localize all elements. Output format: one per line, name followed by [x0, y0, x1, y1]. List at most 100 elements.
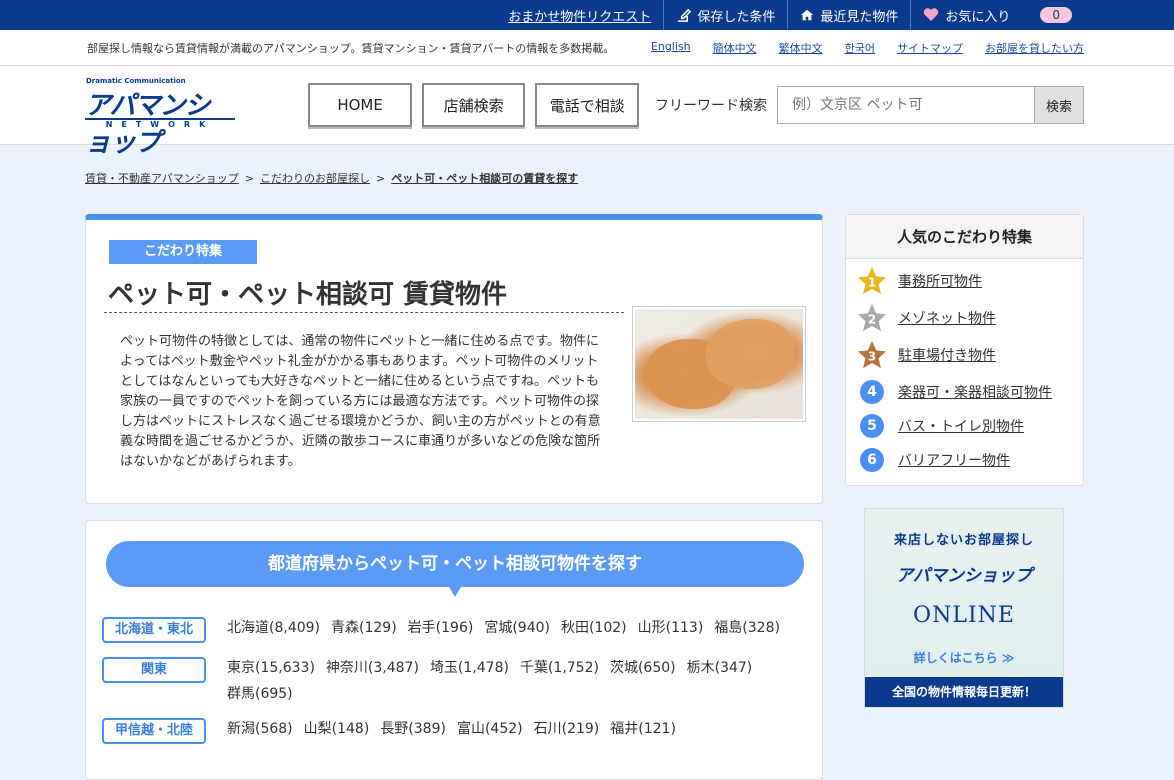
prefecture-list: 新潟(568) 山梨(148) 長野(389) 富山(452) 石川(219) …: [227, 718, 787, 744]
favorites-label: お気に入り: [945, 9, 1011, 25]
sidebar-item-instrument[interactable]: 4 楽器可・楽器相談可物件: [857, 377, 1052, 407]
feature-label: こだわり特集: [109, 240, 257, 264]
prefecture-link[interactable]: 新潟(568): [227, 718, 293, 744]
rank-6-icon: 6: [857, 445, 887, 475]
search-box: 検索: [777, 86, 1085, 124]
svg-text:2: 2: [868, 313, 876, 327]
breadcrumb-kodawari[interactable]: こだわりのお部屋探し: [260, 170, 370, 186]
prefecture-link[interactable]: 富山(452): [457, 718, 523, 744]
heart-icon: [924, 8, 939, 21]
cats-image: [635, 309, 803, 419]
prefecture-link[interactable]: 石川(219): [534, 718, 600, 744]
banner-footer: 全国の物件情報毎日更新！: [865, 677, 1063, 707]
banner-headline: 来店しないお部屋探し: [893, 533, 1034, 548]
sub-bar: 部屋探し情報なら賃貸情報が満載のアパマンショップ。賃貸マンション・賃貸アパートの…: [0, 30, 1174, 66]
sidebar-item-label: バス・トイレ別物件: [898, 419, 1024, 435]
edit-icon: [678, 8, 692, 22]
sidebar-heading: 人気のこだわり特集: [846, 215, 1083, 259]
link-english[interactable]: English: [651, 40, 691, 56]
sidebar-item-label: 駐車場付き物件: [898, 348, 996, 364]
prefecture-link[interactable]: 千葉(1,752): [520, 657, 599, 679]
favorites-link[interactable]: お気に入り 0: [910, 0, 1084, 30]
cat-shape: [705, 319, 795, 389]
prefecture-link[interactable]: 埼玉(1,478): [430, 657, 509, 679]
language-links: English 簡体中文 繁体中文 한국어 サイトマップ お部屋を貸したい方: [651, 40, 1084, 56]
banner-online-text: ONLINE: [913, 603, 1015, 628]
sidebar-item-label: 楽器可・楽器相談可物件: [898, 385, 1052, 401]
rank-3-icon: 3: [857, 340, 887, 370]
prefecture-link[interactable]: 東京(15,633): [227, 657, 315, 679]
breadcrumb: 賃貸・不動産アパマンショップ > こだわりのお部屋探し > ペット可・ペット相談…: [85, 170, 578, 186]
sidebar-item-label: バリアフリー物件: [898, 453, 1010, 469]
prefecture-link[interactable]: 栃木(347): [687, 657, 753, 679]
site-logo[interactable]: Dramatic Communication アパマンショップ NETWORK: [85, 77, 235, 158]
nav-store-search-button[interactable]: 店舗検索: [421, 83, 526, 127]
prefecture-link[interactable]: 茨城(650): [610, 657, 676, 679]
prefecture-link[interactable]: 群馬(695): [227, 683, 293, 705]
online-banner[interactable]: 来店しないお部屋探し アパマンショップ ONLINE 詳しくはこちら ≫ 全国の…: [864, 508, 1064, 708]
top-bar: おまかせ物件リクエスト 保存した条件 最近見た物件 お気に入り 0: [0, 0, 1174, 30]
region-row-koshinetsu-hokuriku: 甲信越・北陸 新潟(568) 山梨(148) 長野(389) 富山(452) 石…: [102, 718, 787, 744]
favorites-count-badge: 0: [1040, 7, 1072, 23]
prefecture-link[interactable]: 神奈川(3,487): [326, 657, 419, 679]
breadcrumb-home[interactable]: 賃貸・不動産アパマンショップ: [85, 170, 239, 186]
site-header: Dramatic Communication アパマンショップ NETWORK …: [0, 66, 1174, 158]
nav-home-button[interactable]: HOME: [308, 83, 412, 127]
region-search-card: 都道府県からペット可・ペット相談可物件を探す 北海道・東北 北海道(8,409)…: [85, 520, 823, 780]
link-owners[interactable]: お部屋を貸したい方: [985, 40, 1084, 56]
region-row-kanto: 関東 東京(15,633) 神奈川(3,487) 埼玉(1,478) 千葉(1,…: [102, 657, 787, 705]
region-tag[interactable]: 甲信越・北陸: [102, 718, 206, 744]
sidebar-item-barrier-free[interactable]: 6 バリアフリー物件: [857, 445, 1010, 475]
sidebar-item-label: メゾネット物件: [898, 311, 996, 327]
banner-logo: アパマンショップ: [896, 566, 1032, 586]
recent-link[interactable]: 最近見た物件: [787, 0, 910, 30]
request-link[interactable]: おまかせ物件リクエスト: [496, 0, 663, 30]
cats-photo: [632, 306, 806, 422]
rank-2-icon: 2: [857, 303, 887, 333]
link-sitemap[interactable]: サイトマップ: [897, 40, 963, 56]
svg-text:3: 3: [868, 350, 876, 364]
saved-conditions-link[interactable]: 保存した条件: [663, 0, 787, 30]
prefecture-link[interactable]: 福井(121): [610, 718, 676, 744]
sidebar-item-office[interactable]: 1 事務所可物件: [857, 266, 982, 296]
prefecture-link[interactable]: 青森(129): [331, 617, 397, 643]
nav-phone-consult-button[interactable]: 電話で相談: [535, 83, 640, 127]
sidebar-item-parking[interactable]: 3 駐車場付き物件: [857, 340, 996, 370]
region-heading: 都道府県からペット可・ペット相談可物件を探す: [106, 541, 804, 597]
region-tag[interactable]: 北海道・東北: [102, 617, 206, 643]
search-button[interactable]: 検索: [1034, 87, 1084, 123]
prefecture-list: 北海道(8,409) 青森(129) 岩手(196) 宮城(940) 秋田(10…: [227, 617, 787, 643]
prefecture-link[interactable]: 岩手(196): [408, 617, 474, 643]
sidebar-item-label: 事務所可物件: [898, 274, 982, 290]
link-simplified-chinese[interactable]: 簡体中文: [713, 40, 757, 56]
freeword-label: フリーワード検索: [655, 98, 768, 114]
prefecture-link[interactable]: 長野(389): [380, 718, 446, 744]
popular-features-sidebar: 人気のこだわり特集 1 事務所可物件 2 メゾネット物件 3 駐車場付き物件 4…: [845, 214, 1084, 486]
title-divider: [104, 312, 624, 313]
sidebar-item-separate-bath[interactable]: 5 バス・トイレ別物件: [857, 411, 1024, 441]
logo-network: NETWORK: [85, 118, 235, 132]
prefecture-link[interactable]: 福島(328): [714, 617, 780, 643]
prefecture-link[interactable]: 秋田(102): [561, 617, 627, 643]
recent-label: 最近見た物件: [820, 9, 899, 25]
rank-5-icon: 5: [857, 411, 887, 441]
breadcrumb-separator: >: [376, 171, 386, 185]
prefecture-link[interactable]: 山梨(148): [304, 718, 370, 744]
rank-4-icon: 4: [857, 377, 887, 407]
link-traditional-chinese[interactable]: 繁体中文: [779, 40, 823, 56]
prefecture-link[interactable]: 宮城(940): [484, 617, 550, 643]
prefecture-link[interactable]: 北海道(8,409): [227, 617, 320, 643]
search-input[interactable]: [778, 87, 1035, 123]
feature-card: こだわり特集 ペット可・ペット相談可 賃貸物件 ペット可物件の特徴としては、通常…: [85, 214, 823, 504]
svg-text:1: 1: [868, 276, 876, 290]
page-title: ペット可・ペット相談可 賃貸物件: [108, 280, 508, 310]
breadcrumb-current[interactable]: ペット可・ペット相談可の賃貸を探す: [391, 170, 578, 186]
sidebar-item-maisonette[interactable]: 2 メゾネット物件: [857, 303, 996, 333]
saved-conditions-label: 保存した条件: [697, 9, 776, 25]
prefecture-link[interactable]: 山形(113): [638, 617, 704, 643]
prefecture-list: 東京(15,633) 神奈川(3,487) 埼玉(1,478) 千葉(1,752…: [227, 657, 787, 705]
region-row-hokkaido-tohoku: 北海道・東北 北海道(8,409) 青森(129) 岩手(196) 宮城(940…: [102, 617, 787, 643]
rank-1-icon: 1: [857, 266, 887, 296]
region-tag[interactable]: 関東: [102, 657, 206, 683]
link-korean[interactable]: 한국어: [845, 40, 875, 56]
